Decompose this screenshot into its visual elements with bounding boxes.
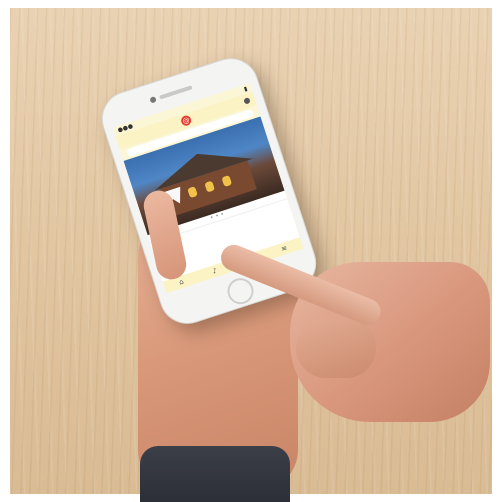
music-tab-icon[interactable]: ♪ [211, 267, 218, 276]
sleeve [140, 446, 290, 502]
battery-icon: ▮ [243, 85, 249, 94]
home-tab-icon[interactable]: ⌂ [178, 278, 185, 287]
photo: ●●● ▮ @ • • • ⌂ ♪ ≡ [0, 0, 502, 502]
home-button[interactable] [224, 274, 257, 308]
right-knuckles [296, 318, 376, 378]
menu-tab-icon[interactable]: ≡ [280, 244, 288, 253]
speaker-grille [159, 85, 193, 100]
camera-icon [149, 96, 157, 104]
profile-icon[interactable] [243, 97, 251, 105]
app-logo-icon[interactable]: @ [179, 114, 193, 127]
